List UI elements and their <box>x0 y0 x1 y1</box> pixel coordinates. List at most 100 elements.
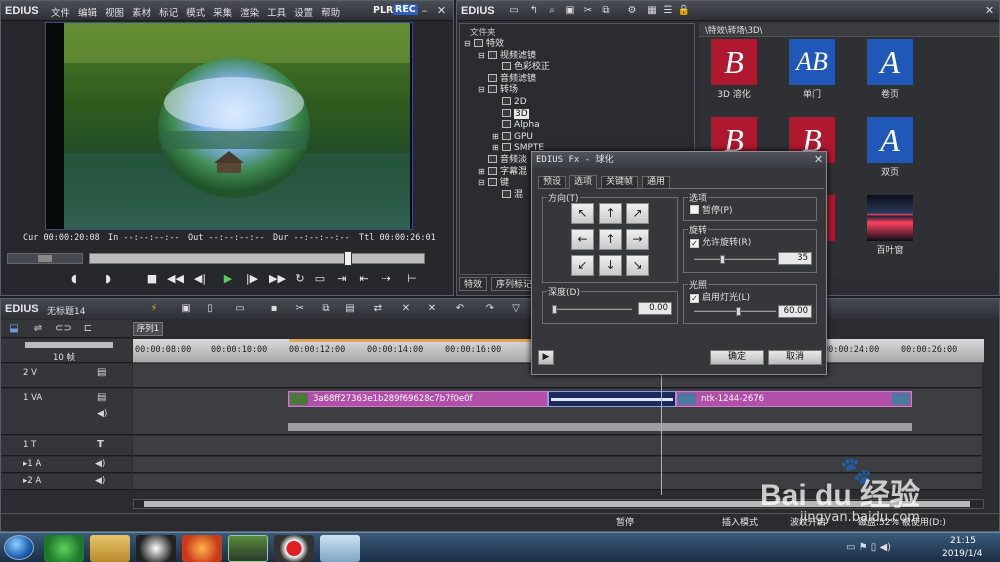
transition-block[interactable] <box>548 391 676 407</box>
folder-icon[interactable]: ▭ <box>507 5 521 17</box>
tool-icon[interactable]: ⊢ <box>405 272 419 286</box>
expander-icon[interactable]: ⊞ <box>492 142 502 154</box>
search-icon[interactable]: ⌕ <box>545 5 559 17</box>
three-point-icon[interactable]: ⇢ <box>379 272 393 286</box>
open-icon[interactable]: ▭ <box>233 303 247 315</box>
tab-effects[interactable]: 特效 <box>459 277 488 291</box>
menu-settings[interactable]: 设置 <box>294 5 313 19</box>
fx-icon[interactable]: ⚡ <box>147 303 161 315</box>
depth-slider[interactable] <box>552 305 632 314</box>
stop-icon[interactable]: ■ <box>145 272 159 286</box>
arrow-left-button[interactable]: ← <box>571 229 594 250</box>
marker-icon[interactable]: ▽ <box>509 303 523 315</box>
copy-icon[interactable]: ⧉ <box>599 5 613 17</box>
arrow-up-right-button[interactable]: ↗ <box>626 203 649 224</box>
arrow-up-button[interactable]: ↑ <box>599 203 622 224</box>
tree-node[interactable]: 2D <box>492 96 527 108</box>
arrow-center-button[interactable]: ↑ <box>599 229 622 250</box>
pause-checkbox[interactable]: 暂停(P) <box>690 203 732 216</box>
enable-light-checkbox[interactable]: ✓ 启用灯光(L) <box>690 290 750 303</box>
ripple-delete-icon[interactable]: ✕ <box>425 303 439 315</box>
depth-knob[interactable] <box>552 305 557 314</box>
rec-button[interactable]: REC <box>393 4 418 15</box>
arrow-up-left-button[interactable]: ↖ <box>571 203 594 224</box>
tl-paste-icon[interactable]: ▤ <box>343 303 357 315</box>
menu-tools[interactable]: 工具 <box>267 5 286 19</box>
up-folder-icon[interactable]: ↰ <box>527 5 541 17</box>
taskbar-explorer-icon[interactable] <box>90 535 130 562</box>
menu-capture[interactable]: 采集 <box>213 5 232 19</box>
expander-icon[interactable]: ⊟ <box>478 84 488 96</box>
position-bar[interactable] <box>89 251 425 266</box>
menu-marker[interactable]: 标记 <box>159 5 178 19</box>
menu-file[interactable]: 文件 <box>51 5 70 19</box>
effect-thumbnail[interactable]: B <box>711 39 757 85</box>
tree-node[interactable]: ⊞ 字幕混 <box>478 166 527 178</box>
expander-icon[interactable]: ⊟ <box>464 38 474 50</box>
taskbar-browser-icon[interactable] <box>44 535 84 562</box>
taskbar-app-icon[interactable] <box>320 535 360 562</box>
fast-forward-icon[interactable]: ▶▶ <box>269 272 286 286</box>
tree-node[interactable]: Alpha <box>492 119 540 131</box>
taskbar-record-icon[interactable] <box>274 535 314 562</box>
step-forward-icon[interactable]: |▶ <box>245 272 259 286</box>
group-icon[interactable]: ⊏ <box>81 323 95 335</box>
light-slider[interactable] <box>694 307 776 316</box>
expander-icon[interactable]: ⊟ <box>478 50 488 62</box>
rotation-value[interactable]: 35 <box>778 252 812 265</box>
fx-dialog-close-icon[interactable]: ✕ <box>812 153 825 166</box>
ok-button[interactable]: 确定 <box>710 350 764 365</box>
capture-icon[interactable]: ▣ <box>179 303 193 315</box>
timeline-clip-2[interactable]: ntk-1244-2676 <box>676 391 912 407</box>
zoom-control[interactable]: 10 帧 <box>1 339 132 363</box>
properties-icon[interactable]: ⚙ <box>625 5 639 17</box>
arrow-down-left-button[interactable]: ↙ <box>571 255 594 276</box>
taskbar-qq-icon[interactable] <box>136 535 176 562</box>
track-header-2a[interactable]: ▸2 A ◀) <box>1 474 132 490</box>
output-icon[interactable]: ▭ <box>313 272 327 286</box>
arrow-down-button[interactable]: ↓ <box>599 255 622 276</box>
sync-icon[interactable]: ⇌ <box>31 323 45 335</box>
tree-node[interactable]: 音频淡 <box>478 154 527 166</box>
tab-common[interactable]: 通用 <box>642 176 671 189</box>
allow-rotation-checkbox[interactable]: ✓ 允许旋转(R) <box>690 235 751 248</box>
redo-icon[interactable]: ↷ <box>483 303 497 315</box>
effect-thumbnail[interactable] <box>867 195 913 241</box>
jog-slider[interactable] <box>7 253 83 264</box>
list-icon[interactable]: ☰ <box>661 5 675 17</box>
menu-mode[interactable]: 模式 <box>186 5 205 19</box>
tree-node[interactable]: ⊞ GPU <box>492 131 533 143</box>
step-back-icon[interactable]: ◀| <box>193 272 207 286</box>
track-video-icon[interactable]: ▤ <box>97 367 106 378</box>
tab-options[interactable]: 选项 <box>569 175 598 189</box>
new-item-icon[interactable]: ▣ <box>563 5 577 17</box>
speaker-icon[interactable]: ◀) <box>95 476 105 486</box>
light-knob[interactable] <box>736 307 741 316</box>
replace-icon[interactable]: ⇄ <box>371 303 385 315</box>
minimize-icon[interactable]: – <box>418 4 431 17</box>
delete-icon[interactable]: ✕ <box>399 303 413 315</box>
effect-thumbnail[interactable]: A <box>867 117 913 163</box>
timeline-clip-1[interactable]: 3a68ff27363e1b289f69628c7b7f0e0f <box>288 391 548 407</box>
menu-view[interactable]: 视图 <box>105 5 124 19</box>
jog-handle[interactable] <box>38 255 52 262</box>
lane-1t[interactable] <box>133 436 982 456</box>
track-audio-icon[interactable]: ◀) <box>97 409 107 419</box>
play-icon[interactable]: ▶ <box>221 272 235 286</box>
effect-thumbnail[interactable]: AB <box>789 39 835 85</box>
tree-node[interactable]: ⊟ 视频滤镜 <box>478 50 536 62</box>
rewind-icon[interactable]: ◀◀ <box>167 272 184 286</box>
rotation-slider[interactable] <box>694 255 776 264</box>
start-button[interactable] <box>4 535 34 560</box>
tree-node[interactable]: ⊟ 特效 <box>464 38 504 50</box>
menu-help[interactable]: 帮助 <box>321 5 340 19</box>
tree-node[interactable]: ⊟ 转场 <box>478 84 518 96</box>
track-header-1t[interactable]: 1 T T <box>1 436 132 456</box>
effects-close-icon[interactable]: ✕ <box>983 4 996 17</box>
arrow-down-right-button[interactable]: ↘ <box>626 255 649 276</box>
new-sequence-icon[interactable]: ▯ <box>203 303 217 315</box>
tl-cut-icon[interactable]: ✂ <box>293 303 307 315</box>
set-out-icon[interactable]: ◗ <box>101 272 115 286</box>
light-value[interactable]: 60.00 <box>778 305 812 318</box>
timeline-cursor[interactable] <box>661 363 662 495</box>
